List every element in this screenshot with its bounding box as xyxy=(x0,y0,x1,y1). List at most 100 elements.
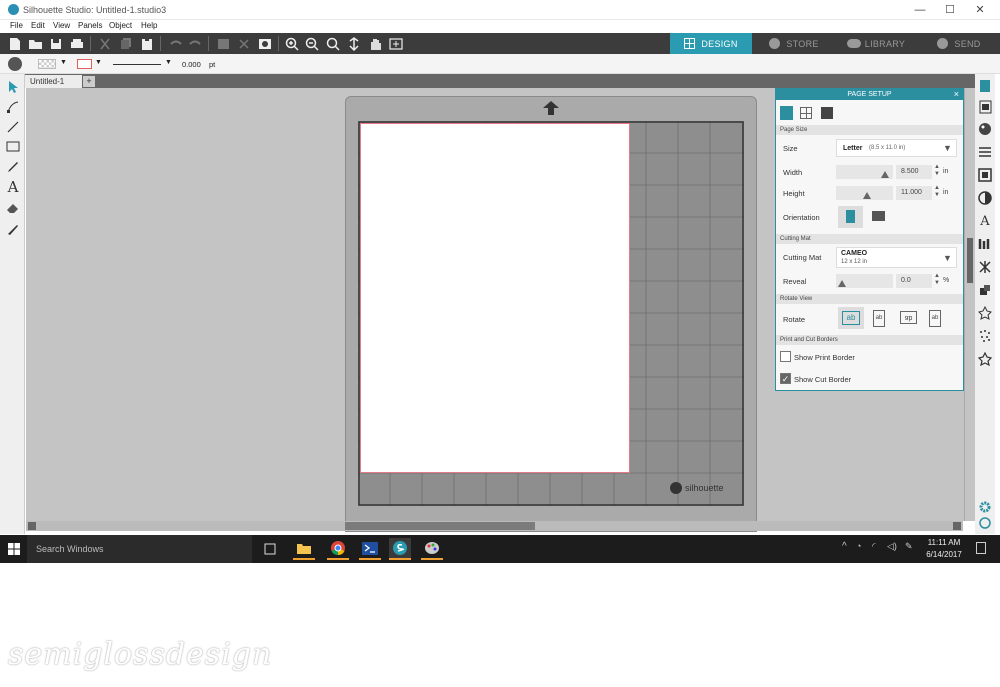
text-panel-icon[interactable]: A xyxy=(977,213,993,229)
document-tab[interactable]: Untitled-1 xyxy=(25,75,82,88)
slider-handle-icon[interactable] xyxy=(881,171,889,178)
minimize-button[interactable]: — xyxy=(905,2,935,18)
eraser-tool-icon[interactable] xyxy=(4,199,22,217)
zoom-out-icon[interactable] xyxy=(303,35,321,52)
line-color-swatch[interactable] xyxy=(77,59,92,69)
paste-icon[interactable] xyxy=(138,35,156,52)
height-input[interactable]: 11.000 xyxy=(896,186,932,200)
pencil-tool-icon[interactable] xyxy=(4,158,22,176)
palette-icon[interactable] xyxy=(8,57,22,71)
page-area[interactable] xyxy=(360,123,630,473)
transform-panel-icon[interactable] xyxy=(977,259,993,275)
vertical-scroll-thumb[interactable] xyxy=(967,238,973,283)
taskbar-search-input[interactable]: Search Windows xyxy=(27,535,252,563)
reveal-stepper[interactable]: ▲ ▼ xyxy=(934,273,940,287)
action-center-icon[interactable] xyxy=(976,542,986,554)
scroll-right-icon[interactable] xyxy=(953,522,961,530)
modify-panel-icon[interactable] xyxy=(977,282,993,298)
menu-object[interactable]: Object xyxy=(109,21,132,30)
rotate-270-button[interactable]: ab xyxy=(929,310,941,327)
panel-close-button[interactable]: × xyxy=(954,89,959,100)
clock-date[interactable]: 6/14/2017 xyxy=(924,550,964,559)
width-stepper[interactable]: ▲ ▼ xyxy=(934,164,940,178)
fill-dropdown-icon[interactable]: ▼ xyxy=(60,59,67,66)
page-setup-panel-icon[interactable] xyxy=(977,78,993,94)
page-setup-icon[interactable] xyxy=(780,106,793,120)
slider-handle-icon[interactable] xyxy=(863,192,871,199)
paint-icon[interactable] xyxy=(421,538,443,560)
offset-panel-icon[interactable] xyxy=(977,305,993,321)
select-arrow-icon[interactable] xyxy=(4,78,22,96)
rotate-180-button[interactable]: ab xyxy=(900,311,917,324)
knife-tool-icon[interactable] xyxy=(4,220,22,238)
transparency-panel-icon[interactable] xyxy=(977,190,993,206)
windows-start-icon[interactable] xyxy=(8,543,20,557)
line-style-preview[interactable] xyxy=(113,64,161,65)
cutting-mat-dropdown[interactable]: CAMEO 12 x 12 in ▼ xyxy=(836,247,957,268)
silhouette-studio-taskbar-icon[interactable] xyxy=(389,538,411,560)
line-width-value[interactable]: 0.000 xyxy=(182,60,201,69)
pan-hand-icon[interactable] xyxy=(366,35,384,52)
grid-settings-icon[interactable] xyxy=(800,107,812,119)
line-style-panel-icon[interactable] xyxy=(977,144,993,160)
print-icon[interactable] xyxy=(68,35,86,52)
landscape-icon[interactable] xyxy=(872,211,885,221)
height-slider[interactable] xyxy=(836,186,893,200)
clock-time[interactable]: 11:11 AM xyxy=(924,538,964,547)
new-document-icon[interactable] xyxy=(6,35,24,52)
rotate-0-button[interactable]: ab xyxy=(838,307,864,329)
delete-icon[interactable] xyxy=(235,35,253,52)
rotate-90-button[interactable]: ab xyxy=(873,310,885,327)
text-tool-icon[interactable]: A xyxy=(4,178,22,196)
zoom-in-icon[interactable] xyxy=(283,35,301,52)
pen-icon[interactable]: ✎ xyxy=(905,541,913,552)
close-button[interactable]: ✕ xyxy=(965,2,995,18)
vertical-scrollbar[interactable] xyxy=(964,88,975,521)
refresh-icon[interactable] xyxy=(977,515,993,531)
portrait-orientation-button[interactable] xyxy=(838,206,863,228)
show-print-border-checkbox[interactable] xyxy=(780,351,791,362)
powershell-icon[interactable] xyxy=(359,538,381,560)
copy-icon[interactable] xyxy=(117,35,135,52)
height-stepper[interactable]: ▲ ▼ xyxy=(934,185,940,199)
chrome-icon[interactable] xyxy=(327,538,349,560)
slider-handle-icon[interactable] xyxy=(838,280,846,287)
cut-icon[interactable] xyxy=(96,35,114,52)
rectangle-tool-icon[interactable] xyxy=(4,138,22,156)
redo-icon[interactable] xyxy=(187,35,205,52)
maximize-button[interactable]: ☐ xyxy=(935,2,965,18)
fill-color-swatch[interactable] xyxy=(38,59,56,69)
align-panel-icon[interactable] xyxy=(977,236,993,252)
add-page-icon[interactable] xyxy=(387,35,405,52)
file-explorer-icon[interactable] xyxy=(293,538,315,560)
size-dropdown[interactable]: Letter (8.5 x 11.0 in) ▼ xyxy=(836,139,957,157)
image-panel-icon[interactable] xyxy=(977,167,993,183)
trace-panel-icon[interactable] xyxy=(977,328,993,344)
trace-icon[interactable] xyxy=(256,35,274,52)
width-slider[interactable] xyxy=(836,165,893,179)
reveal-slider[interactable] xyxy=(836,274,893,288)
tab-send[interactable]: SEND xyxy=(918,33,1000,54)
line-color-dropdown-icon[interactable]: ▼ xyxy=(95,59,102,66)
reveal-input[interactable]: 0.0 xyxy=(896,274,932,288)
group-icon[interactable] xyxy=(214,35,232,52)
library-star-icon[interactable] xyxy=(977,351,993,367)
undo-icon[interactable] xyxy=(166,35,184,52)
wifi-icon[interactable]: ◜ xyxy=(872,541,876,552)
settings-gear-icon[interactable] xyxy=(977,499,993,515)
save-icon[interactable] xyxy=(47,35,65,52)
scroll-left-icon[interactable] xyxy=(28,522,36,530)
line-style-dropdown-icon[interactable]: ▼ xyxy=(165,59,172,66)
menu-view[interactable]: View xyxy=(53,21,70,30)
open-folder-icon[interactable] xyxy=(26,35,44,52)
horizontal-scroll-thumb[interactable] xyxy=(345,522,535,530)
volume-icon[interactable]: ◁) xyxy=(887,541,897,552)
width-input[interactable]: 8.500 xyxy=(896,165,932,179)
tray-chevron-up-icon[interactable]: ^ xyxy=(842,541,847,552)
menu-panels[interactable]: Panels xyxy=(78,21,102,30)
menu-file[interactable]: File xyxy=(10,21,23,30)
add-tab-button[interactable]: + xyxy=(83,76,95,87)
zoom-box-icon[interactable] xyxy=(324,35,342,52)
line-tool-icon[interactable] xyxy=(4,118,22,136)
point-edit-icon[interactable] xyxy=(4,98,22,116)
